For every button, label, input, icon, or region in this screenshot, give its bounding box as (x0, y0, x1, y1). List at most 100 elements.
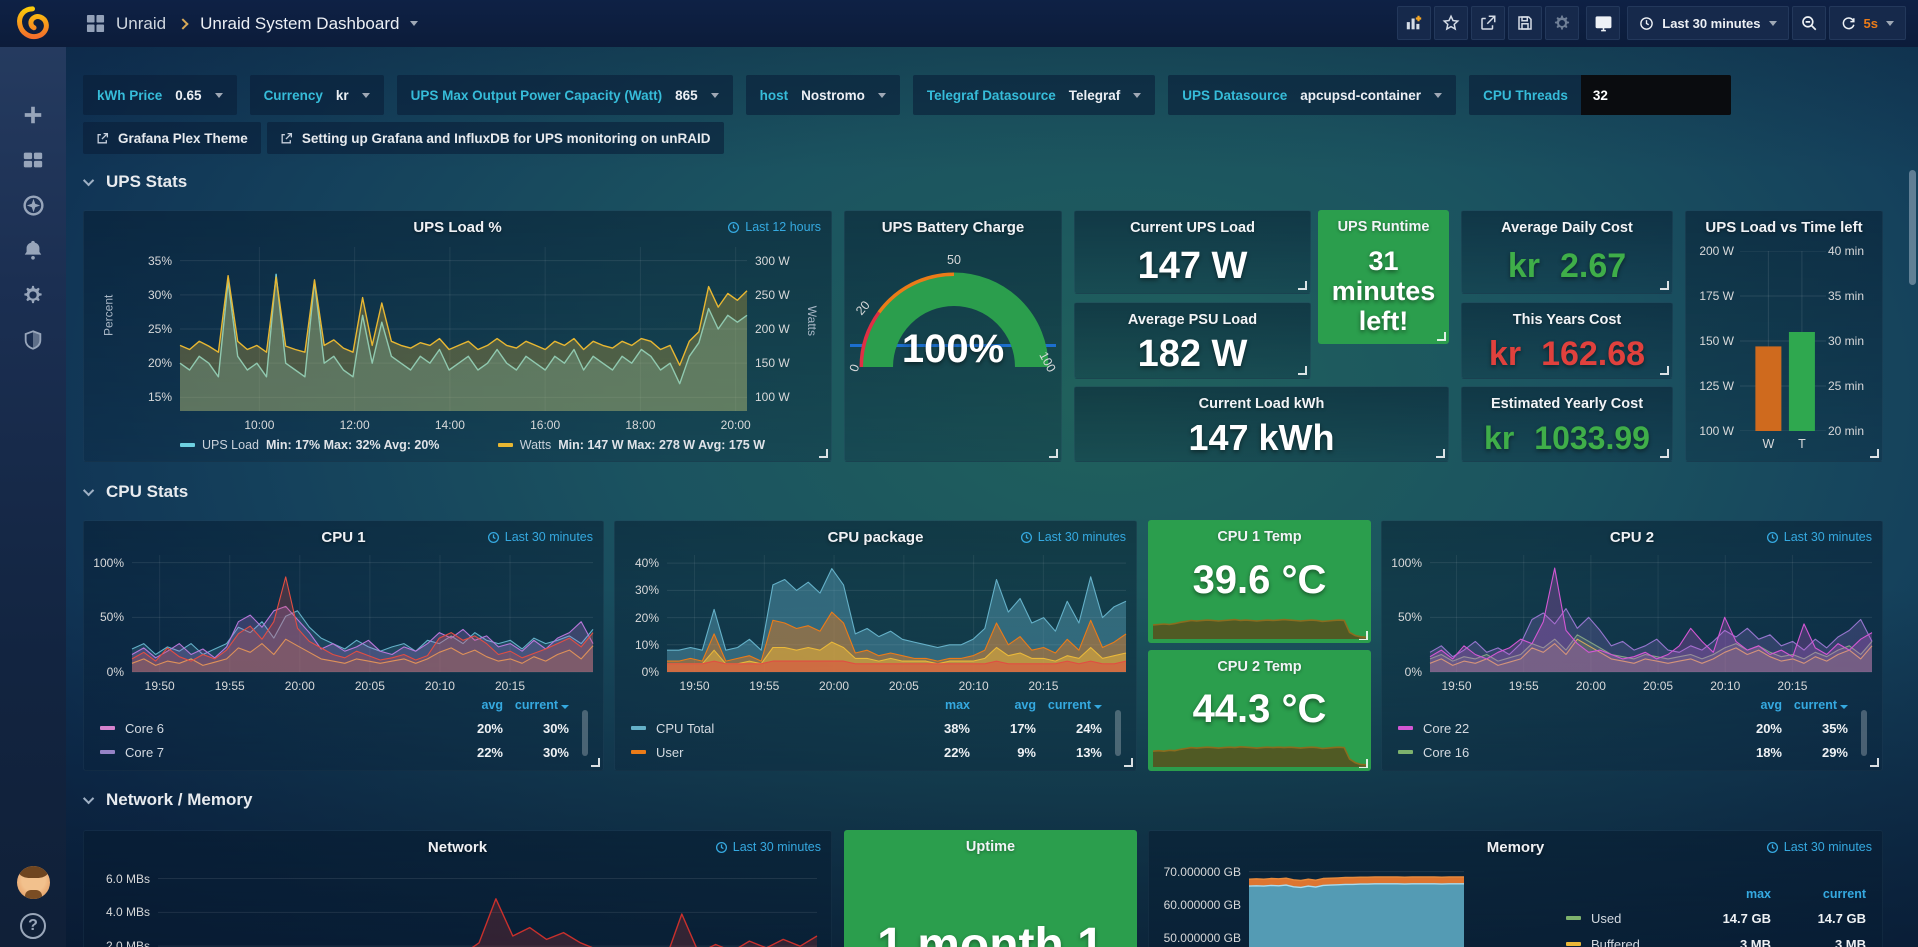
legend-row: Core 1618%29% (1398, 740, 1848, 764)
section-cpu-stats[interactable]: CPU Stats (86, 482, 188, 502)
chart-canvas[interactable] (180, 247, 747, 411)
panel-title[interactable]: CPU 1 (144, 529, 543, 546)
stat-title[interactable]: Uptime (848, 839, 1133, 855)
legend-scrollbar[interactable] (1861, 710, 1867, 756)
breadcrumb-folder[interactable]: Unraid (116, 14, 166, 34)
sidebar-explore-button[interactable] (0, 190, 66, 220)
dashboards-icon (22, 149, 44, 171)
variable-ups-datasource[interactable]: UPS Datasource apcupsd-container (1168, 75, 1456, 115)
panel-title[interactable]: UPS Load % (144, 219, 771, 236)
chart-canvas[interactable] (667, 555, 1126, 672)
link-ups-monitoring-guide[interactable]: Setting up Grafana and InfluxDB for UPS … (267, 122, 724, 154)
chart-canvas[interactable] (1249, 865, 1464, 947)
legend-header[interactable]: current (1036, 698, 1102, 712)
panel-title[interactable]: CPU package (675, 529, 1076, 546)
stat-title[interactable]: CPU 1 Temp (1152, 529, 1367, 545)
variable-kwh-price[interactable]: kWh Price 0.65 (83, 75, 237, 115)
cpu-threads-input[interactable] (1581, 75, 1731, 115)
shield-icon (22, 329, 44, 351)
legend-series[interactable]: Watts (520, 438, 551, 452)
legend-series[interactable]: Used (1591, 911, 1621, 926)
legend-swatch (498, 443, 513, 447)
legend-header[interactable]: max (904, 698, 970, 712)
variable-ups-max-output[interactable]: UPS Max Output Power Capacity (Watt) 865 (397, 75, 733, 115)
legend-series[interactable]: Core 16 (1423, 745, 1469, 760)
chart-canvas[interactable] (158, 865, 817, 947)
panel-title[interactable]: UPS Load vs Time left (1694, 219, 1874, 236)
legend-series[interactable]: User (656, 745, 683, 760)
sidebar-configuration-button[interactable] (0, 280, 66, 310)
share-dashboard-button[interactable] (1471, 6, 1505, 40)
time-override-label: Last 30 minutes (1038, 530, 1126, 544)
legend-series[interactable]: UPS Load (202, 438, 259, 452)
bar-T[interactable] (1789, 332, 1815, 431)
dashboard-settings-button[interactable] (1545, 6, 1579, 40)
section-network-memory[interactable]: Network / Memory (86, 790, 252, 810)
legend-series[interactable]: Core 22 (1423, 721, 1469, 736)
axis-tick: 20:15 (1760, 679, 1824, 693)
variable-label: host (760, 88, 789, 103)
stat-title[interactable]: Average Daily Cost (1466, 220, 1668, 236)
stat-title[interactable]: Average PSU Load (1079, 312, 1306, 328)
legend-series[interactable]: Buffered (1591, 937, 1640, 947)
sidebar-server-admin-button[interactable] (0, 325, 66, 355)
sidebar-alerting-button[interactable] (0, 235, 66, 265)
variable-host[interactable]: host Nostromo (746, 75, 900, 115)
chart-legend: maxcurrentUsed14.7 GB14.7 GBBuffered3 MB… (1566, 883, 1866, 947)
section-ups-stats[interactable]: UPS Stats (86, 172, 187, 192)
legend-header[interactable]: avg (970, 698, 1036, 712)
legend-header[interactable]: avg (1716, 698, 1782, 712)
dashboard-title[interactable]: Unraid System Dashboard (200, 14, 399, 34)
variable-telegraf-datasource[interactable]: Telegraf Datasource Telegraf (913, 75, 1155, 115)
stat-title[interactable]: CPU 2 Temp (1152, 659, 1367, 675)
legend-header[interactable]: current (503, 698, 569, 712)
axis-tick: 4.0 MBs (84, 905, 150, 919)
legend-header[interactable]: avg (437, 698, 503, 712)
help-icon[interactable] (20, 913, 46, 939)
sidebar-dashboards-button[interactable] (0, 145, 66, 175)
zoom-out-time-button[interactable] (1792, 6, 1826, 40)
page-scrollbar[interactable] (1909, 170, 1916, 285)
refresh-picker[interactable]: 5s (1829, 6, 1906, 40)
legend-header[interactable]: current (1771, 887, 1866, 901)
sidebar-bottom (0, 866, 66, 939)
legend-value: 20% (437, 721, 503, 736)
panel-title[interactable]: Memory (1209, 839, 1822, 856)
grafana-logo-icon[interactable] (14, 5, 51, 42)
panel-title[interactable]: Network (144, 839, 771, 856)
legend-scrollbar[interactable] (582, 710, 588, 756)
variable-currency[interactable]: Currency kr (250, 75, 384, 115)
panel-ups-load-vs-time-left: UPS Load vs Time left 200 W175 W150 W125… (1685, 210, 1883, 462)
user-avatar[interactable] (17, 866, 50, 899)
cycle-view-mode-button[interactable] (1586, 6, 1620, 40)
legend-header[interactable]: max (1676, 887, 1771, 901)
dashboard-title-caret-icon[interactable] (410, 21, 418, 26)
bar-chart-canvas[interactable] (1740, 251, 1826, 431)
stat-title[interactable]: Estimated Yearly Cost (1466, 396, 1668, 412)
axis-tick: 250 W (755, 288, 827, 302)
time-override-label: Last 30 minutes (733, 840, 821, 854)
stat-title[interactable]: Current UPS Load (1079, 220, 1306, 236)
link-grafana-plex-theme[interactable]: Grafana Plex Theme (83, 122, 261, 154)
legend-value: 30% (503, 745, 569, 760)
stat-title[interactable]: UPS Runtime (1322, 219, 1445, 235)
stat-title[interactable]: This Years Cost (1466, 312, 1668, 328)
chart-canvas[interactable] (132, 555, 593, 672)
legend-series[interactable]: Core 7 (125, 745, 164, 760)
time-range-picker[interactable]: Last 30 minutes (1627, 6, 1788, 40)
star-dashboard-button[interactable] (1434, 6, 1468, 40)
stat-title[interactable]: Current Load kWh (1079, 396, 1444, 412)
axis-tick: 20:10 (408, 679, 472, 693)
legend-header[interactable]: current (1782, 698, 1848, 712)
bar-W[interactable] (1755, 346, 1781, 431)
panel-title[interactable]: UPS Battery Charge (855, 219, 1051, 236)
legend-series[interactable]: Core 6 (125, 721, 164, 736)
chart-canvas[interactable] (1430, 555, 1872, 672)
apps-grid-icon[interactable] (86, 14, 105, 33)
chart-legend: maxavgcurrentCPU Total38%17%24%User22%9%… (631, 694, 1102, 766)
legend-scrollbar[interactable] (1115, 710, 1121, 756)
add-panel-button[interactable] (1397, 6, 1431, 40)
legend-series[interactable]: CPU Total (656, 721, 714, 736)
save-dashboard-button[interactable] (1508, 6, 1542, 40)
sidebar-create-button[interactable] (0, 100, 66, 130)
